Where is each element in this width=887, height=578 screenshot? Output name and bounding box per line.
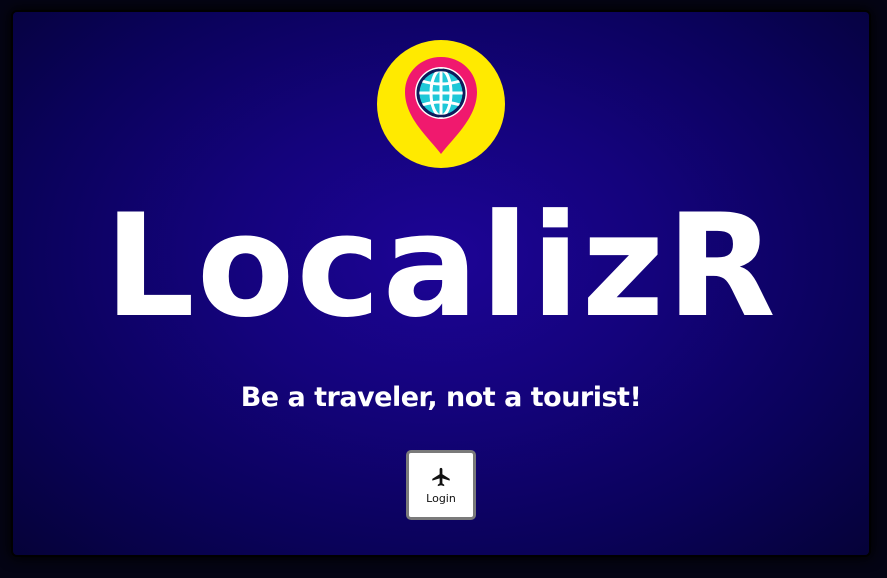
login-label: Login bbox=[426, 491, 456, 505]
airplane-icon bbox=[430, 466, 452, 488]
login-button[interactable]: Login bbox=[406, 450, 476, 520]
app-frame: LocalizR Be a traveler, not a tourist! L… bbox=[13, 12, 869, 555]
app-logo bbox=[377, 40, 505, 168]
globe-location-pin-icon bbox=[377, 40, 505, 168]
brand-title: LocalizR bbox=[104, 184, 778, 349]
tagline: Be a traveler, not a tourist! bbox=[240, 382, 642, 413]
